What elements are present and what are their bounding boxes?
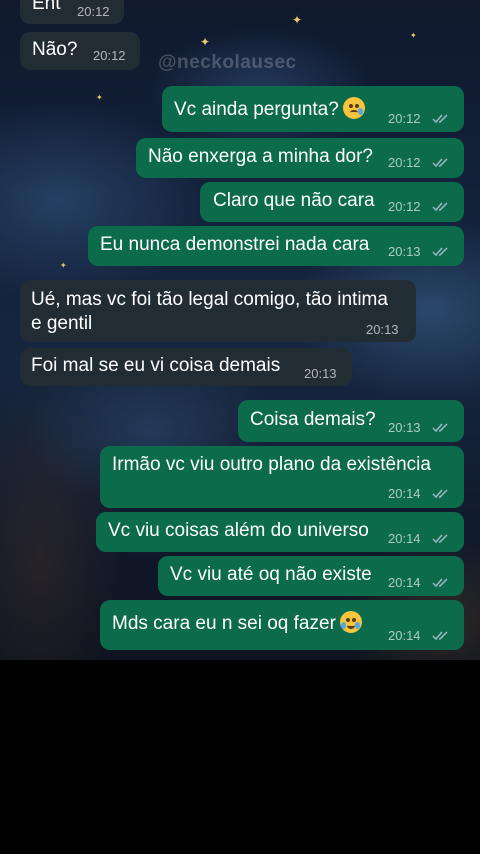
message-time: 20:14 bbox=[388, 486, 421, 501]
message-incoming[interactable]: Ent 20:12 bbox=[20, 0, 124, 24]
message-text: Claro que não cara bbox=[213, 190, 375, 211]
double-check-icon bbox=[432, 202, 448, 212]
message-text-content: Vc ainda pergunta? bbox=[174, 99, 339, 120]
face-holding-back-tears-emoji bbox=[342, 97, 365, 119]
message-time: 20:14 bbox=[388, 628, 421, 643]
message-text: Ent bbox=[32, 0, 61, 14]
message-incoming[interactable]: Não? 20:12 bbox=[20, 32, 140, 70]
message-time: 20:13 bbox=[366, 322, 399, 337]
message-outgoing[interactable]: Não enxerga a minha dor? 20:12 bbox=[136, 138, 464, 178]
message-text: Coisa demais? bbox=[250, 409, 376, 430]
message-time: 20:12 bbox=[388, 155, 421, 170]
double-check-icon bbox=[432, 534, 448, 544]
message-outgoing[interactable]: Mds cara eu n sei oq fazer 20:14 bbox=[100, 600, 464, 650]
star-decoration: ✦ bbox=[60, 261, 67, 270]
message-time: 20:12 bbox=[388, 111, 421, 126]
message-time: 20:13 bbox=[388, 244, 421, 259]
message-time: 20:12 bbox=[93, 48, 126, 63]
star-decoration: ✦ bbox=[96, 93, 103, 102]
message-outgoing[interactable]: Claro que não cara 20:12 bbox=[200, 182, 464, 222]
watermark: @neckolausec bbox=[158, 52, 297, 73]
message-time: 20:12 bbox=[77, 4, 110, 19]
message-text: Ué, mas vc foi tão legal comigo, tão int… bbox=[31, 289, 388, 310]
message-outgoing[interactable]: Eu nunca demonstrei nada cara 20:13 bbox=[88, 226, 464, 266]
message-time: 20:14 bbox=[388, 575, 421, 590]
message-time: 20:13 bbox=[388, 420, 421, 435]
message-text: Não? bbox=[32, 39, 78, 60]
message-text: Não enxerga a minha dor? bbox=[148, 146, 373, 167]
message-time: 20:12 bbox=[388, 199, 421, 214]
loudly-crying-face-emoji bbox=[339, 611, 362, 633]
message-outgoing[interactable]: Vc viu até oq não existe 20:14 bbox=[158, 556, 464, 596]
message-outgoing[interactable]: Vc ainda pergunta? 20:12 bbox=[162, 86, 464, 132]
message-text: Foi mal se eu vi coisa demais bbox=[31, 355, 281, 376]
message-text: Eu nunca demonstrei nada cara bbox=[100, 234, 370, 255]
double-check-icon bbox=[432, 631, 448, 641]
message-incoming[interactable]: Ué, mas vc foi tão legal comigo, tão int… bbox=[20, 280, 416, 342]
double-check-icon bbox=[432, 578, 448, 588]
message-outgoing[interactable]: Coisa demais? 20:13 bbox=[238, 400, 464, 442]
message-outgoing[interactable]: Vc viu coisas além do universo 20:14 bbox=[96, 512, 464, 552]
message-time: 20:14 bbox=[388, 531, 421, 546]
message-text: Mds cara eu n sei oq fazer bbox=[112, 611, 362, 636]
message-text-line-2: e gentil bbox=[31, 313, 93, 334]
double-check-icon bbox=[432, 114, 448, 124]
star-decoration: ✦ bbox=[200, 35, 211, 49]
message-text: Vc viu coisas além do universo bbox=[108, 520, 369, 541]
message-text: Irmão vc viu outro plano da existência bbox=[112, 454, 431, 475]
double-check-icon bbox=[432, 158, 448, 168]
double-check-icon bbox=[432, 489, 448, 499]
message-text: Vc viu até oq não existe bbox=[170, 564, 372, 585]
black-letterbox bbox=[0, 660, 480, 854]
double-check-icon bbox=[432, 247, 448, 257]
message-outgoing[interactable]: Irmão vc viu outro plano da existência 2… bbox=[100, 446, 464, 508]
message-text: Vc ainda pergunta? bbox=[174, 97, 365, 122]
message-text-content: Mds cara eu n sei oq fazer bbox=[112, 613, 336, 634]
star-decoration: ✦ bbox=[292, 13, 303, 27]
message-incoming[interactable]: Foi mal se eu vi coisa demais 20:13 bbox=[20, 348, 352, 386]
double-check-icon bbox=[432, 423, 448, 433]
message-time: 20:13 bbox=[304, 366, 337, 381]
chat-background: ✦ ✦ ✦ ✦ ✦ @neckolausec Ent 20:12 Não? 20… bbox=[0, 0, 480, 660]
star-decoration: ✦ bbox=[410, 31, 417, 40]
